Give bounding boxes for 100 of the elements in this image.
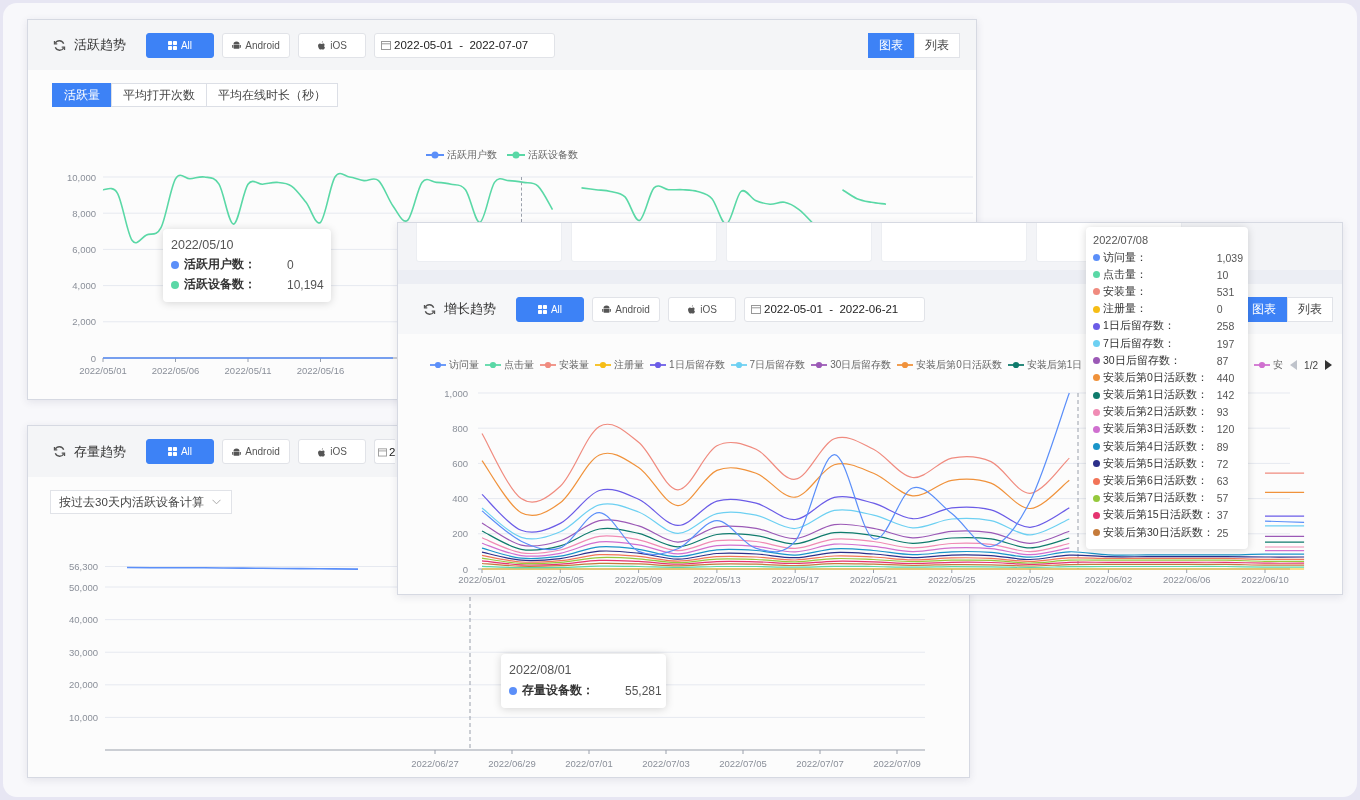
next-page-button[interactable] bbox=[1324, 359, 1333, 371]
android-robot-icon bbox=[602, 304, 612, 314]
axis-label: 4,000 bbox=[72, 280, 96, 292]
view-toggle[interactable]: 列表 bbox=[1287, 296, 1333, 322]
legend-label: 访问量 bbox=[449, 358, 479, 372]
axis-label: 1,000 bbox=[444, 387, 468, 399]
tooltip-value: 10 bbox=[1216, 268, 1230, 281]
tooltip-value: 55,281 bbox=[625, 683, 662, 698]
axis-label: 0 bbox=[90, 352, 96, 364]
tooltip-value: 10,194 bbox=[287, 277, 324, 292]
metric-tab[interactable]: 平均在线时长（秒） bbox=[206, 83, 338, 107]
tooltip-label: 安装量： bbox=[1103, 284, 1149, 299]
tooltip-value: 440 bbox=[1216, 371, 1236, 384]
apple-icon bbox=[317, 40, 327, 50]
tooltip-label: 安装后第0日活跃数： bbox=[1103, 370, 1209, 385]
date-range-field[interactable]: 2 bbox=[374, 439, 395, 464]
tooltip-value: 197 bbox=[1216, 337, 1236, 350]
axis-label: 8,000 bbox=[72, 207, 96, 219]
axis-label: 2022/06/02 bbox=[1084, 574, 1133, 585]
tooltip-date: 2022/08/01 bbox=[509, 663, 573, 677]
axis-label: 400 bbox=[452, 493, 468, 505]
axis-label: 2022/05/29 bbox=[1006, 574, 1054, 585]
axis-label: 2022/06/10 bbox=[1241, 574, 1289, 585]
apple-icon bbox=[317, 446, 327, 457]
tooltip-label: 注册量： bbox=[1103, 302, 1149, 317]
tooltip-label: 7日后留存数： bbox=[1103, 336, 1176, 351]
apple-icon bbox=[687, 304, 697, 314]
platform-button[interactable]: All bbox=[146, 439, 214, 464]
legend-label: 安装后第1日 bbox=[1026, 358, 1083, 372]
tooltip-label: 安装后第7日活跃数： bbox=[1103, 491, 1209, 506]
platform-button[interactable]: Android bbox=[222, 439, 290, 464]
legend-label: 活跃用户数 bbox=[447, 148, 497, 162]
axis-label: 50,000 bbox=[68, 581, 98, 593]
tooltip-value: 89 bbox=[1216, 440, 1230, 453]
tooltip-date: 2022/07/08 bbox=[1093, 234, 1150, 246]
axis-label: 2022/05/05 bbox=[536, 574, 585, 585]
axis-label: 10,000 bbox=[66, 171, 96, 183]
tooltip-value: 25 bbox=[1216, 526, 1230, 539]
view-toggle[interactable]: 列表 bbox=[914, 32, 960, 58]
tooltip-value: 37 bbox=[1216, 509, 1230, 522]
view-toggle[interactable]: 图表 bbox=[868, 32, 914, 58]
axis-label: 800 bbox=[452, 422, 468, 434]
axis-label: 200 bbox=[452, 528, 468, 540]
axis-label: 2022/05/01 bbox=[79, 365, 127, 376]
calendar-icon bbox=[751, 304, 761, 314]
tooltip-value: 57 bbox=[1216, 492, 1230, 505]
tooltip-label: 安装后第2日活跃数： bbox=[1103, 405, 1209, 420]
platform-button[interactable]: iOS bbox=[298, 32, 366, 58]
refresh-icon bbox=[53, 445, 66, 458]
tooltip-value: 258 bbox=[1216, 320, 1236, 333]
axis-label: 20,000 bbox=[68, 679, 98, 691]
panel-title: 活跃趋势 bbox=[74, 36, 126, 54]
date-range-field[interactable]: 2022-05-01 - 2022-06-21 bbox=[744, 296, 925, 322]
axis-label: 2022/05/13 bbox=[693, 574, 741, 585]
tooltip-label: 安装后第1日活跃数： bbox=[1103, 388, 1209, 403]
platform-button[interactable]: iOS bbox=[668, 296, 736, 322]
platform-button[interactable]: Android bbox=[592, 296, 660, 322]
metric-tab[interactable]: 平均打开次数 bbox=[111, 83, 207, 107]
grid-icon bbox=[167, 447, 177, 456]
axis-label: 2022/05/09 bbox=[614, 574, 663, 585]
tooltip-value: 1,039 bbox=[1216, 251, 1243, 264]
metric-tab[interactable]: 活跃量 bbox=[52, 83, 112, 107]
axis-label: 40,000 bbox=[68, 614, 98, 626]
tooltip-value: 0 bbox=[1216, 303, 1224, 316]
tooltip-label: 活跃设备数： bbox=[184, 276, 257, 293]
date-range-field[interactable]: 2022-05-01 - 2022-07-07 bbox=[374, 32, 555, 58]
tooltip-label: 1日后留存数： bbox=[1103, 319, 1176, 334]
axis-label: 2022/05/21 bbox=[849, 574, 898, 585]
axis-label: 2022/05/25 bbox=[928, 574, 976, 585]
panel-title: 增长趋势 bbox=[444, 300, 496, 318]
basis-dropdown[interactable]: 按过去30天内活跃设备计算 bbox=[50, 490, 232, 514]
tooltip-label: 安装后第6日活跃数： bbox=[1103, 474, 1209, 489]
platform-button[interactable]: iOS bbox=[298, 439, 366, 464]
tooltip-label: 安装后第15日活跃数： bbox=[1103, 508, 1214, 523]
panel-title: 存量趋势 bbox=[74, 442, 126, 461]
axis-label: 2022/05/17 bbox=[771, 574, 819, 585]
platform-button[interactable]: All bbox=[516, 296, 584, 322]
grid-icon bbox=[537, 304, 547, 314]
axis-label: 2,000 bbox=[72, 316, 96, 328]
legend-label: 注册量 bbox=[614, 358, 644, 372]
tooltip-value: 531 bbox=[1216, 285, 1236, 298]
refresh-icon bbox=[53, 38, 66, 52]
platform-button[interactable]: All bbox=[146, 32, 214, 58]
calendar-icon bbox=[378, 446, 387, 457]
legend-label: 安装量 bbox=[559, 358, 589, 372]
tooltip-label: 安装后第5日活跃数： bbox=[1103, 456, 1209, 471]
axis-label: 10,000 bbox=[68, 711, 98, 723]
grid-icon bbox=[167, 40, 177, 50]
axis-label: 2022/07/09 bbox=[873, 758, 921, 769]
axis-label: 2022/05/06 bbox=[151, 365, 200, 376]
tooltip-label: 30日后留存数： bbox=[1103, 353, 1182, 368]
tooltip-value: 142 bbox=[1216, 389, 1236, 402]
platform-button[interactable]: Android bbox=[222, 32, 290, 58]
tooltip-date: 2022/05/10 bbox=[171, 238, 235, 252]
tooltip-label: 访问量： bbox=[1103, 250, 1149, 265]
axis-label: 2022/06/29 bbox=[488, 758, 536, 769]
axis-label: 2022/05/11 bbox=[224, 365, 272, 376]
axis-label: 2022/06/27 bbox=[411, 758, 459, 769]
legend-label: 点击量 bbox=[504, 358, 534, 372]
tooltip-label: 活跃用户数： bbox=[184, 256, 257, 273]
